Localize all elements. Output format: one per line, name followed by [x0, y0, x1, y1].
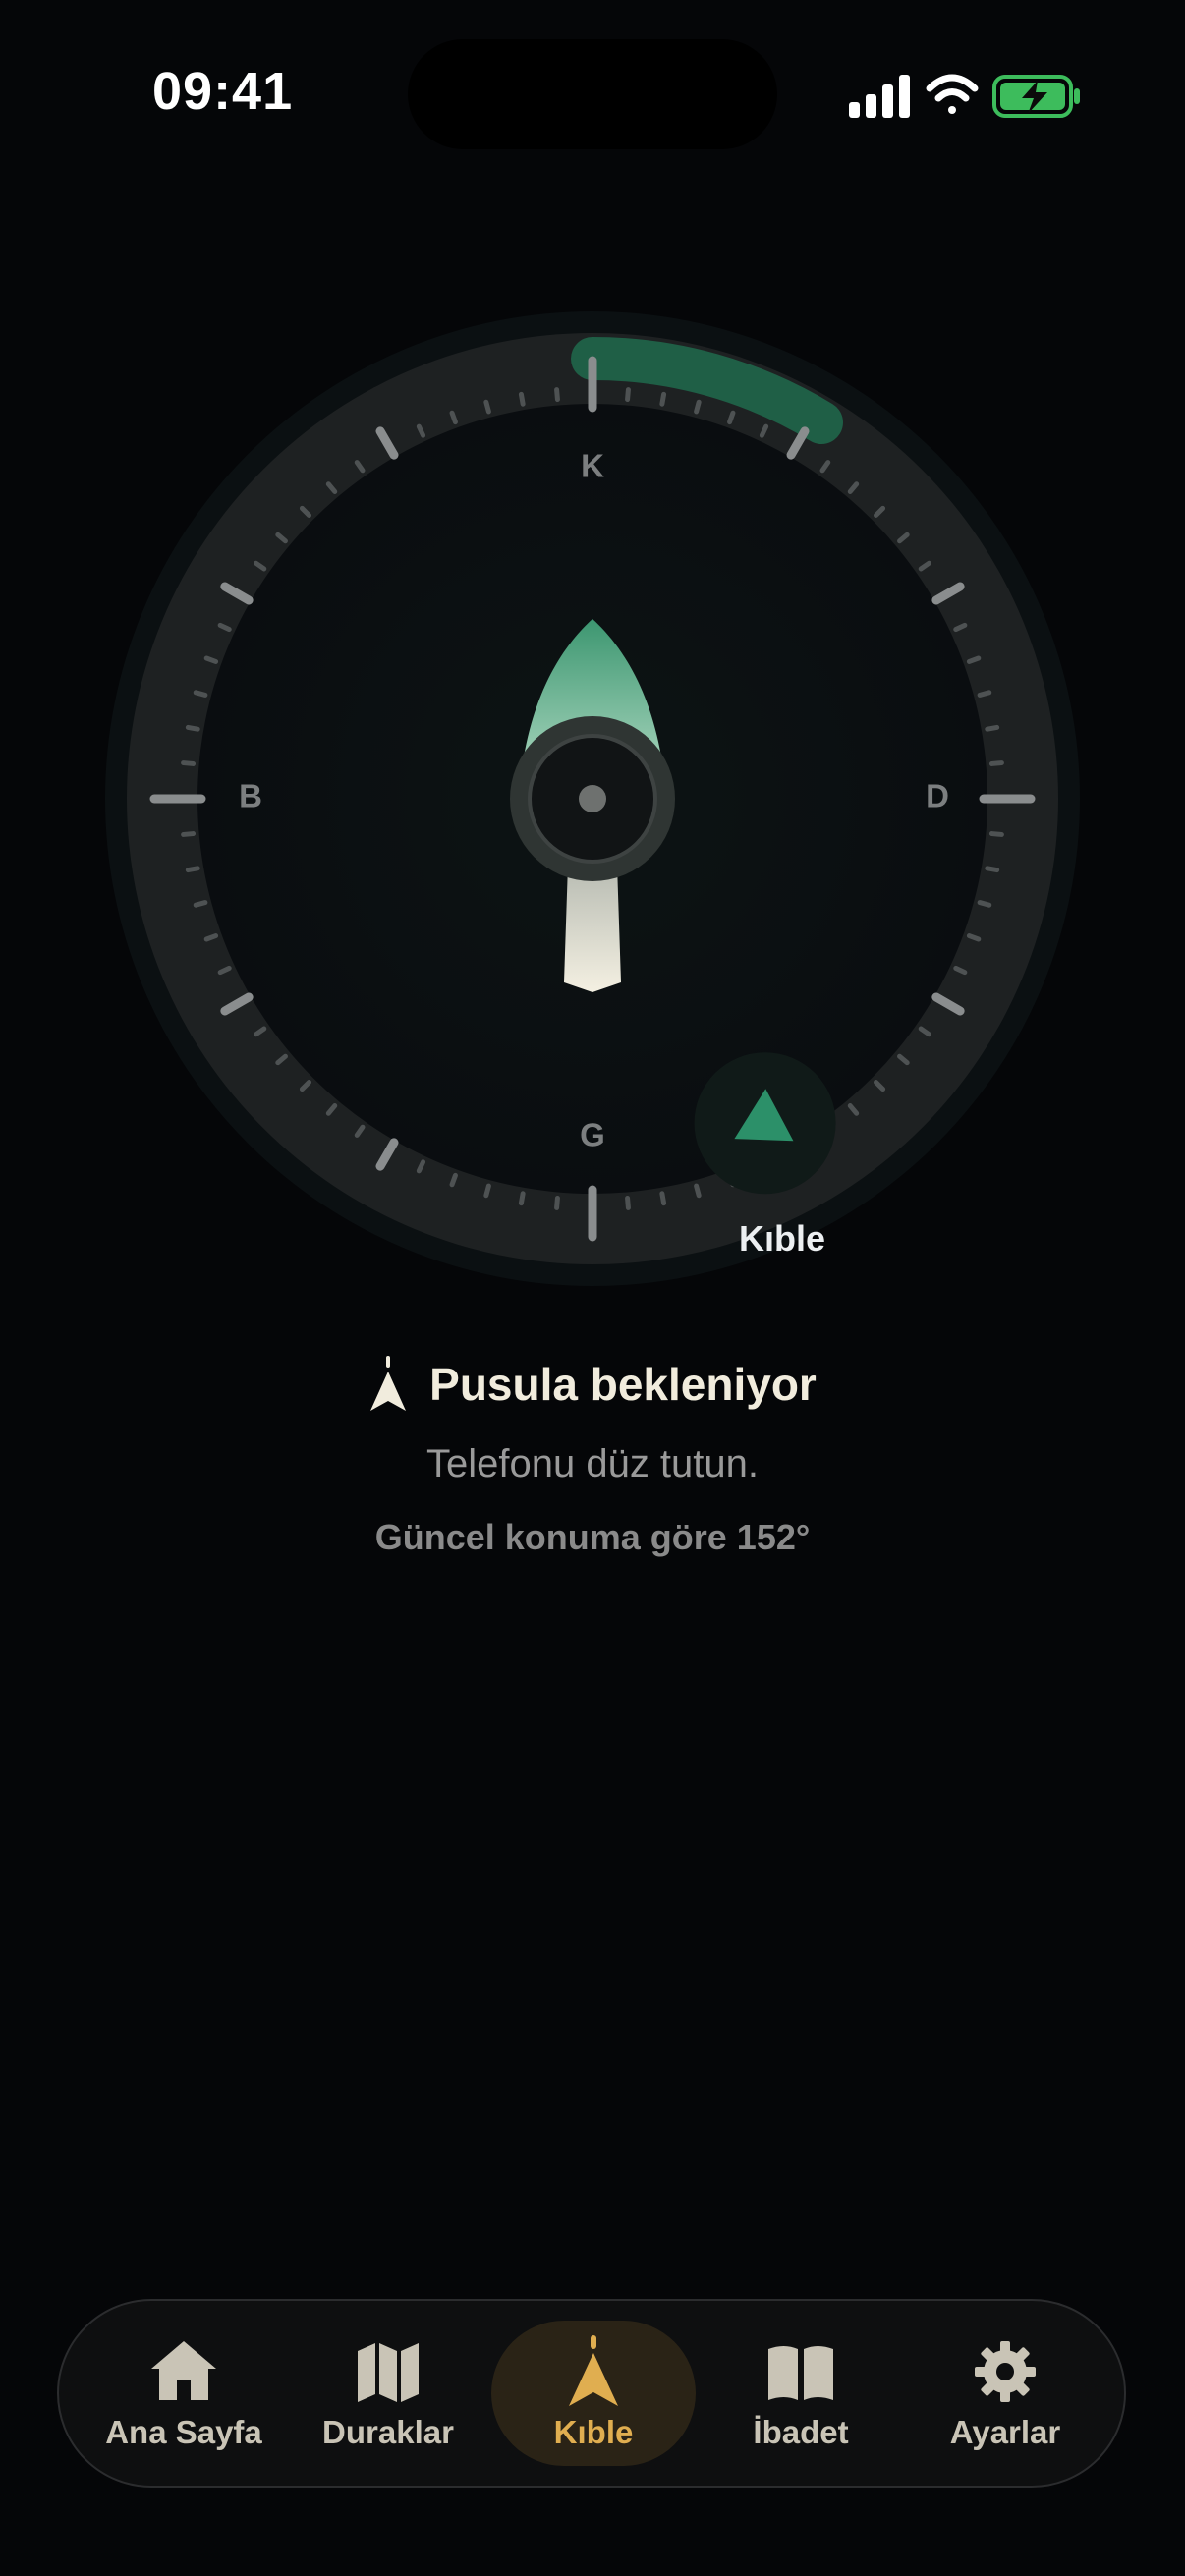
needle-south — [564, 865, 621, 992]
wifi-icon — [926, 74, 979, 114]
status-time: 09:41 — [152, 62, 294, 121]
compass-tick — [518, 1191, 526, 1206]
compass-tick — [449, 1172, 458, 1188]
compass-dial: K D G B — [105, 311, 1080, 1286]
tab-settings-label: Ayarlar — [949, 2414, 1061, 2450]
qibla-bearing-text: Güncel konuma göre 152° — [374, 1517, 811, 1557]
compass-tick — [966, 655, 982, 664]
qibla-marker — [694, 1052, 836, 1195]
compass-tick — [185, 866, 200, 873]
tab-worship[interactable]: İbadet — [698, 2301, 904, 2486]
signal-icon — [849, 75, 910, 118]
compass-tick — [977, 900, 992, 908]
tab-home[interactable]: Ana Sayfa — [81, 2301, 287, 2486]
compass-tick — [554, 387, 560, 403]
home-icon — [151, 2341, 216, 2400]
status-icons — [849, 74, 1080, 118]
status-subtitle: Telefonu düz tutun. — [425, 1442, 760, 1485]
cardinal-west: B — [239, 778, 262, 814]
compass-tick — [659, 1191, 667, 1206]
compass-tick — [518, 391, 526, 407]
cardinal-east: D — [926, 778, 949, 814]
status-bar: 09:41 — [0, 0, 1185, 196]
compass-tick — [193, 690, 208, 698]
compass-tick — [185, 724, 200, 732]
dynamic-island — [408, 39, 777, 149]
compass-tick — [181, 831, 197, 837]
compass-tick — [181, 760, 197, 766]
tab-qibla[interactable]: Kıble — [491, 2321, 696, 2466]
book-icon — [768, 2346, 833, 2400]
tab-bar: Ana Sayfa Duraklar Kıble İbadet Ayarlar — [57, 2299, 1126, 2488]
compass-tick — [625, 1195, 631, 1210]
tab-worship-label: İbadet — [753, 2414, 849, 2450]
compass-tick — [985, 724, 1000, 732]
map-icon — [358, 2343, 419, 2402]
compass-tick — [193, 900, 208, 908]
tab-settings[interactable]: Ayarlar — [902, 2301, 1108, 2486]
compass-tick — [483, 399, 491, 415]
compass-tick — [449, 410, 458, 425]
compass-tick — [694, 399, 702, 415]
cardinal-south: G — [580, 1117, 605, 1153]
tab-qibla-label: Kıble — [553, 2414, 634, 2450]
compass-tick — [988, 760, 1004, 766]
compass-tick — [203, 655, 219, 664]
qibla-label: Kıble — [738, 1218, 825, 1259]
compass-tick — [977, 690, 992, 698]
tab-stops-label: Duraklar — [322, 2414, 454, 2450]
qibla-status-icon — [370, 1356, 407, 1411]
needle-pivot — [579, 785, 606, 812]
tab-stops[interactable]: Duraklar — [285, 2301, 491, 2486]
gear-icon — [975, 2341, 1036, 2402]
compass-tick — [483, 1183, 491, 1199]
qibla-icon — [569, 2335, 618, 2406]
compass-tick — [985, 866, 1000, 873]
compass-status-title: Pusula bekleniyor — [0, 1356, 1185, 1413]
status-title-text: Pusula bekleniyor — [429, 1359, 817, 1410]
compass-tick — [554, 1195, 560, 1210]
cardinal-north: K — [581, 448, 604, 484]
compass-tick — [966, 933, 982, 942]
compass-tick — [727, 410, 736, 425]
battery-icon — [992, 75, 1080, 118]
compass-tick — [694, 1183, 702, 1199]
compass-tick — [988, 831, 1004, 837]
compass-tick — [659, 391, 667, 407]
compass-tick — [625, 387, 631, 403]
compass-tick — [203, 933, 219, 942]
tab-home-label: Ana Sayfa — [105, 2414, 262, 2450]
